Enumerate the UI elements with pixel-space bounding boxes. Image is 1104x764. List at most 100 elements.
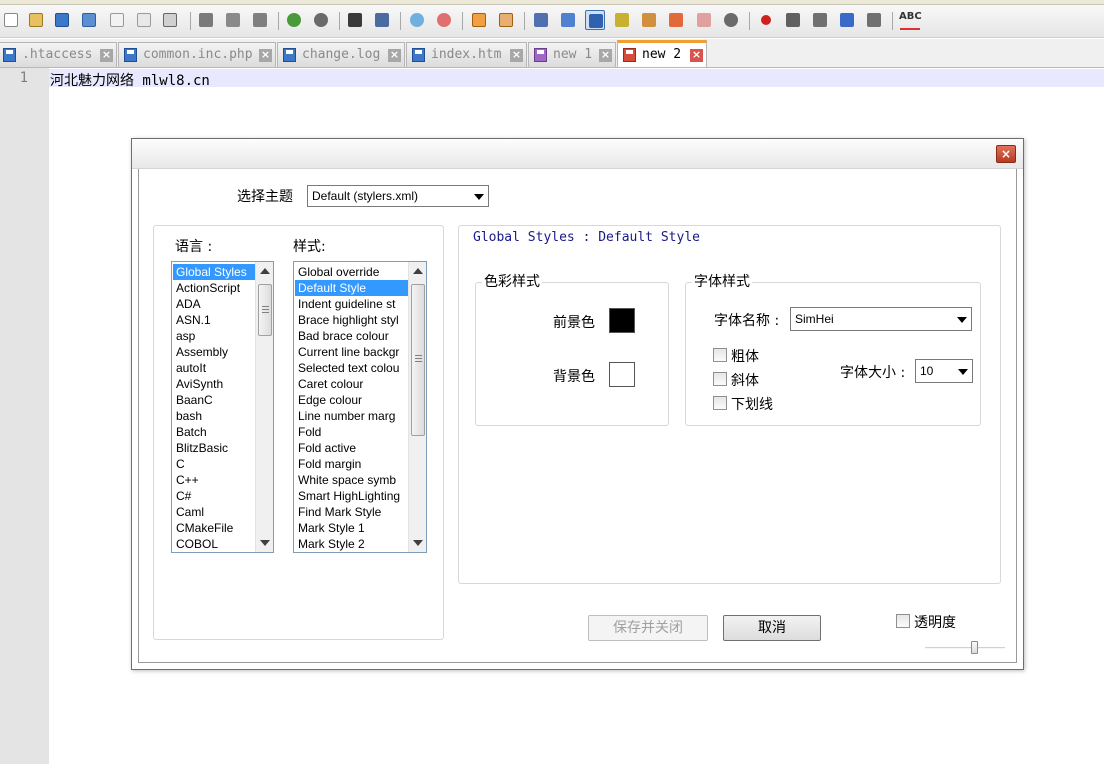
list-item[interactable]: Mark Style 1 (295, 520, 408, 536)
list-item[interactable]: Mark Style 2 (295, 536, 408, 552)
close-all-icon[interactable] (134, 10, 154, 30)
list-item[interactable]: Global Styles (173, 264, 255, 280)
list-item[interactable]: Bad brace colour (295, 328, 408, 344)
list-item[interactable]: ActionScript (173, 280, 255, 296)
tab-htaccess[interactable]: .htaccess × (0, 42, 117, 67)
language-listbox[interactable]: Global Styles ActionScript ADA ASN.1 asp Asse… (171, 261, 274, 553)
scroll-thumb[interactable] (258, 284, 272, 336)
list-item[interactable]: C++ (173, 472, 255, 488)
dialog-title-bar[interactable]: × (132, 139, 1023, 169)
tab-close-icon[interactable]: × (690, 49, 703, 62)
list-item[interactable]: BaanC (173, 392, 255, 408)
playback-macro-icon[interactable] (810, 10, 830, 30)
sync-vertical-icon[interactable] (469, 10, 489, 30)
list-item[interactable]: Default Style (295, 280, 408, 296)
spell-check-icon[interactable]: ABC (899, 11, 923, 31)
redo-icon[interactable] (311, 10, 331, 30)
find-icon[interactable] (345, 10, 365, 30)
replace-icon[interactable] (372, 10, 392, 30)
scroll-thumb[interactable] (411, 284, 425, 436)
tab-close-icon[interactable]: × (259, 49, 272, 62)
save-icon[interactable] (52, 10, 72, 30)
list-item[interactable]: C# (173, 488, 255, 504)
list-item[interactable]: ASN.1 (173, 312, 255, 328)
list-item[interactable]: AviSynth (173, 376, 255, 392)
record-macro-icon[interactable] (756, 10, 776, 30)
stop-recording-icon[interactable] (783, 10, 803, 30)
transparency-slider-track[interactable] (925, 647, 1005, 649)
save-all-icon[interactable] (79, 10, 99, 30)
list-item[interactable]: Line number marg (295, 408, 408, 424)
language-scrollbar[interactable] (255, 262, 273, 552)
show-all-characters-icon[interactable] (558, 10, 578, 30)
tab-close-icon[interactable]: × (388, 49, 401, 62)
function-list-icon[interactable] (666, 10, 686, 30)
close-icon[interactable]: × (996, 145, 1016, 163)
list-item[interactable]: Fold (295, 424, 408, 440)
transparency-slider-thumb[interactable] (971, 641, 978, 654)
scroll-down-icon[interactable] (413, 540, 423, 546)
transparency-checkbox[interactable] (896, 614, 910, 628)
list-item[interactable]: Caret colour (295, 376, 408, 392)
list-item[interactable]: Edge colour (295, 392, 408, 408)
cancel-button[interactable]: 取消 (723, 615, 821, 641)
list-item[interactable]: Assembly (173, 344, 255, 360)
folder-workspace-icon[interactable] (694, 10, 714, 30)
font-size-select[interactable]: 10 (915, 359, 973, 383)
paste-icon[interactable] (250, 10, 270, 30)
list-item[interactable]: bash (173, 408, 255, 424)
foreground-color-swatch[interactable] (609, 308, 635, 333)
close-icon[interactable] (107, 10, 127, 30)
indent-guide-icon[interactable] (585, 10, 605, 30)
tab-close-icon[interactable]: × (100, 49, 113, 62)
underline-checkbox[interactable] (713, 396, 727, 410)
save-macro-icon[interactable] (864, 10, 884, 30)
zoom-out-icon[interactable] (434, 10, 454, 30)
list-item[interactable]: Current line backgr (295, 344, 408, 360)
list-item[interactable]: Find Mark Style (295, 504, 408, 520)
undo-icon[interactable] (284, 10, 304, 30)
background-color-swatch[interactable] (609, 362, 635, 387)
list-item[interactable]: Fold active (295, 440, 408, 456)
scroll-down-icon[interactable] (260, 540, 270, 546)
list-item[interactable]: Brace highlight styl (295, 312, 408, 328)
scroll-up-icon[interactable] (413, 268, 423, 274)
print-icon[interactable] (160, 10, 180, 30)
tab-close-icon[interactable]: × (510, 49, 523, 62)
list-item[interactable]: Smart HighLighting (295, 488, 408, 504)
list-item[interactable]: Selected text colou (295, 360, 408, 376)
tab-index-htm[interactable]: index.htm × (406, 42, 527, 67)
style-listbox[interactable]: Global override Default Style Indent guide… (293, 261, 427, 553)
copy-icon[interactable] (223, 10, 243, 30)
word-wrap-icon[interactable] (531, 10, 551, 30)
zoom-in-icon[interactable] (407, 10, 427, 30)
italic-checkbox[interactable] (713, 372, 727, 386)
scroll-up-icon[interactable] (260, 268, 270, 274)
list-item[interactable]: Indent guideline st (295, 296, 408, 312)
list-item[interactable]: Fold margin (295, 456, 408, 472)
sync-horizontal-icon[interactable] (496, 10, 516, 30)
monitoring-icon[interactable] (721, 10, 741, 30)
tab-close-icon[interactable]: × (599, 49, 612, 62)
save-and-close-button[interactable]: 保存并关闭 (588, 615, 708, 641)
list-item[interactable]: ADA (173, 296, 255, 312)
list-item[interactable]: White space symb (295, 472, 408, 488)
run-macro-multiple-icon[interactable] (837, 10, 857, 30)
list-item[interactable]: asp (173, 328, 255, 344)
cut-icon[interactable] (196, 10, 216, 30)
style-scrollbar[interactable] (408, 262, 426, 552)
user-language-icon[interactable] (612, 10, 632, 30)
list-item[interactable]: autoIt (173, 360, 255, 376)
list-item[interactable]: Caml (173, 504, 255, 520)
list-item[interactable]: Global override (295, 264, 408, 280)
list-item[interactable]: CMakeFile (173, 520, 255, 536)
font-name-select[interactable]: SimHei (790, 307, 972, 331)
new-file-icon[interactable] (1, 10, 21, 30)
list-item[interactable]: C (173, 456, 255, 472)
list-item[interactable]: BlitzBasic (173, 440, 255, 456)
bold-checkbox[interactable] (713, 348, 727, 362)
list-item[interactable]: Batch (173, 424, 255, 440)
document-map-icon[interactable] (639, 10, 659, 30)
tab-common-inc-php[interactable]: common.inc.php × (118, 42, 276, 67)
tab-change-log[interactable]: change.log × (277, 42, 405, 67)
